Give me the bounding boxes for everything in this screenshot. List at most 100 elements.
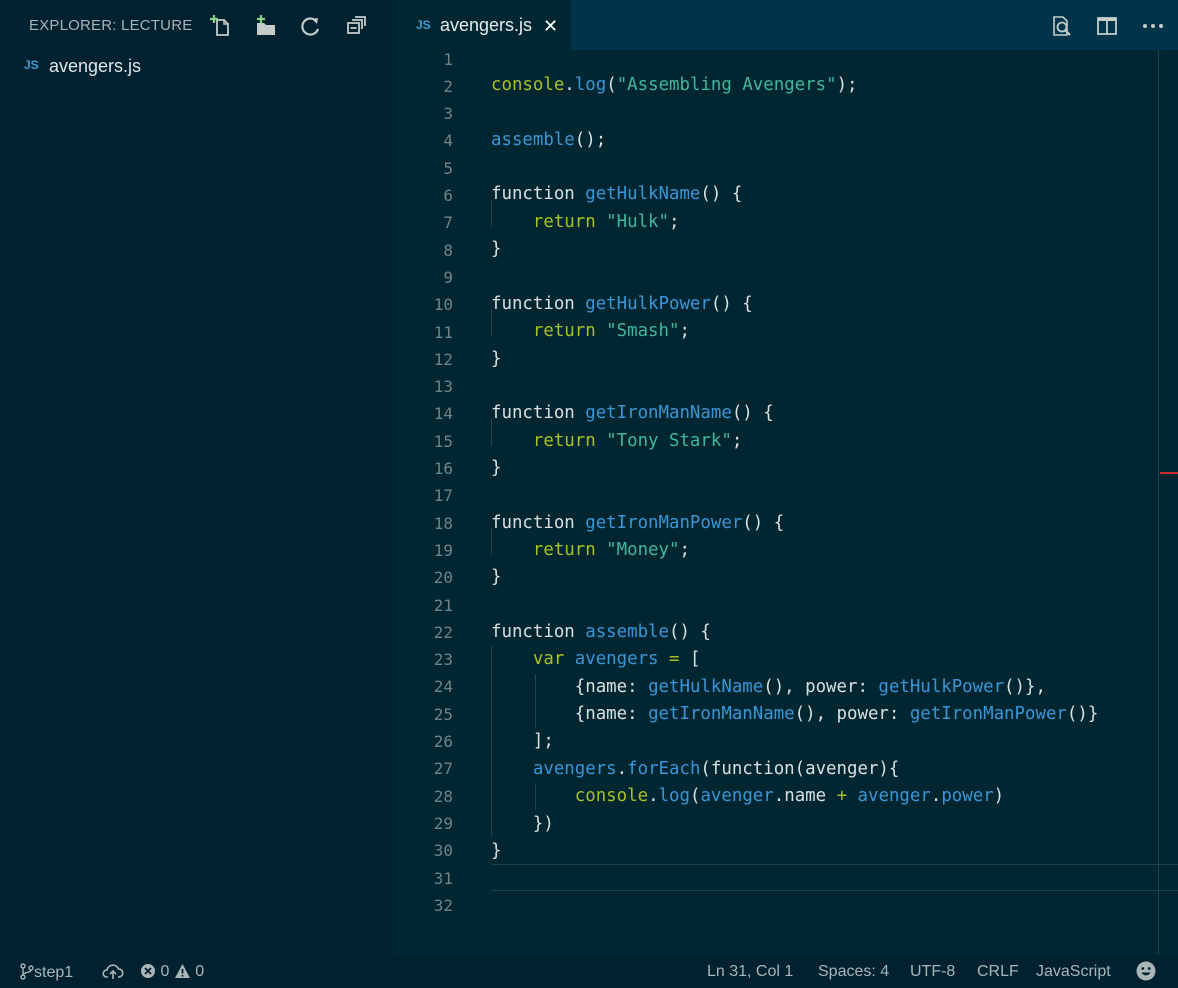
refresh-icon[interactable] bbox=[299, 14, 323, 38]
line-number: 18 bbox=[433, 513, 453, 533]
token: ) bbox=[993, 786, 1005, 806]
token: getIronManPower bbox=[909, 704, 1067, 724]
token: getHulkPower bbox=[878, 677, 1005, 697]
line-number: 30 bbox=[433, 841, 453, 861]
token: function bbox=[491, 184, 586, 204]
token: () { bbox=[742, 513, 785, 533]
code-line-6: function getHulkName() { bbox=[491, 181, 742, 208]
token: "Tony Stark" bbox=[606, 431, 732, 451]
eol-setting[interactable]: CRLF bbox=[977, 963, 1019, 981]
token: getIronManName bbox=[585, 403, 732, 423]
token: function bbox=[491, 513, 586, 533]
line-number: 3 bbox=[443, 104, 453, 124]
token: "Money" bbox=[606, 540, 680, 560]
code-line-19: return "Money"; bbox=[491, 537, 690, 564]
line-number: 17 bbox=[433, 486, 453, 506]
code-line-25: {name: getIronManName(), power: getIronM… bbox=[491, 701, 1099, 728]
token: (function(avenger){ bbox=[700, 759, 900, 779]
error-count: 0 bbox=[160, 963, 170, 980]
branch-indicator[interactable]: step1 bbox=[20, 963, 73, 982]
token: {name: bbox=[491, 677, 649, 697]
line-number: 31 bbox=[433, 868, 453, 888]
token: . bbox=[930, 786, 942, 806]
token: getHulkPower bbox=[585, 294, 711, 314]
code-area[interactable]: console.log("Assembling Avengers"); asse… bbox=[491, 50, 1171, 955]
token: log bbox=[658, 786, 690, 806]
token: assemble bbox=[585, 622, 669, 642]
line-number: 22 bbox=[433, 622, 453, 642]
code-line-16: } bbox=[491, 455, 501, 482]
feedback-smiley-icon[interactable] bbox=[1136, 961, 1156, 983]
token: return bbox=[491, 540, 607, 560]
token: (); bbox=[574, 130, 607, 150]
line-number: 2 bbox=[443, 76, 453, 96]
warning-count: 0 bbox=[195, 963, 205, 980]
new-file-icon[interactable] bbox=[209, 14, 233, 38]
indentation-setting[interactable]: Spaces: 4 bbox=[818, 963, 889, 981]
line-number: 9 bbox=[443, 267, 453, 287]
language-mode[interactable]: JavaScript bbox=[1036, 963, 1111, 981]
token: ()}, bbox=[1004, 677, 1046, 697]
git-branch-icon bbox=[20, 963, 34, 980]
tab-avengers-js[interactable]: JS avengers.js ✕ bbox=[393, 0, 571, 50]
token: + bbox=[836, 786, 848, 806]
token: return bbox=[491, 431, 607, 451]
token: getIronManPower bbox=[585, 513, 743, 533]
token: } bbox=[491, 841, 502, 861]
code-line-26: ]; bbox=[491, 728, 554, 755]
line-number: 23 bbox=[433, 650, 453, 670]
token: .name bbox=[773, 786, 837, 806]
explorer-sidebar: EXPLORER: LECTURE JS avengers.js bbox=[0, 0, 393, 955]
token: [ bbox=[689, 649, 701, 669]
code-editor[interactable]: 1 2 3 4 5 6 7 8 9 10 11 12 13 14 15 16 17 18 19 20 21 22 23 24 2… bbox=[393, 50, 1178, 955]
code-line-20: } bbox=[491, 564, 501, 591]
token: forEach bbox=[627, 759, 701, 779]
line-number: 14 bbox=[433, 404, 453, 424]
error-icon bbox=[141, 964, 155, 978]
cursor-position[interactable]: Ln 31, Col 1 bbox=[707, 963, 793, 981]
open-preview-icon[interactable] bbox=[1048, 13, 1074, 39]
line-number: 28 bbox=[433, 786, 453, 806]
tab-label: avengers.js bbox=[440, 15, 533, 35]
token: ; bbox=[679, 540, 690, 560]
tab-bar: JS avengers.js ✕ bbox=[393, 0, 1178, 50]
token: (), power: bbox=[794, 704, 910, 724]
token: ]; bbox=[491, 731, 554, 751]
problems-indicator[interactable]: 0 0 bbox=[140, 963, 204, 981]
token: ()} bbox=[1066, 704, 1099, 724]
token: ( bbox=[606, 75, 617, 95]
code-line-30: } bbox=[491, 838, 501, 865]
encoding-setting[interactable]: UTF-8 bbox=[910, 963, 955, 981]
split-editor-icon[interactable] bbox=[1094, 13, 1120, 39]
collapse-all-icon[interactable] bbox=[345, 14, 369, 38]
line-number: 7 bbox=[443, 213, 453, 233]
line-number: 25 bbox=[433, 704, 453, 724]
token: . bbox=[564, 75, 575, 95]
token: {name: bbox=[491, 704, 649, 724]
line-number: 12 bbox=[433, 349, 453, 369]
file-item-avengers-js[interactable]: JS avengers.js bbox=[0, 54, 393, 80]
token: function bbox=[491, 622, 586, 642]
token: ); bbox=[836, 75, 858, 95]
sync-icon[interactable] bbox=[102, 963, 124, 983]
code-line-12: } bbox=[491, 346, 501, 373]
token: = bbox=[658, 649, 690, 669]
explorer-header: EXPLORER: LECTURE bbox=[0, 0, 393, 50]
new-folder-icon[interactable] bbox=[254, 14, 278, 38]
token: } bbox=[491, 458, 502, 478]
line-number: 5 bbox=[443, 158, 453, 178]
code-line-29: }) bbox=[491, 811, 554, 838]
more-actions-icon[interactable] bbox=[1140, 13, 1166, 39]
close-icon[interactable]: ✕ bbox=[543, 16, 558, 37]
line-number: 13 bbox=[433, 377, 453, 397]
token: console bbox=[491, 786, 649, 806]
token: } bbox=[491, 349, 502, 369]
code-line-22: function assemble() { bbox=[491, 619, 711, 646]
token: return bbox=[491, 321, 607, 341]
token: . bbox=[648, 786, 659, 806]
line-number: 6 bbox=[443, 186, 453, 205]
line-number: 19 bbox=[433, 540, 453, 560]
js-file-icon: JS bbox=[24, 58, 39, 72]
token: . bbox=[616, 759, 628, 779]
token: "Hulk" bbox=[606, 212, 669, 232]
